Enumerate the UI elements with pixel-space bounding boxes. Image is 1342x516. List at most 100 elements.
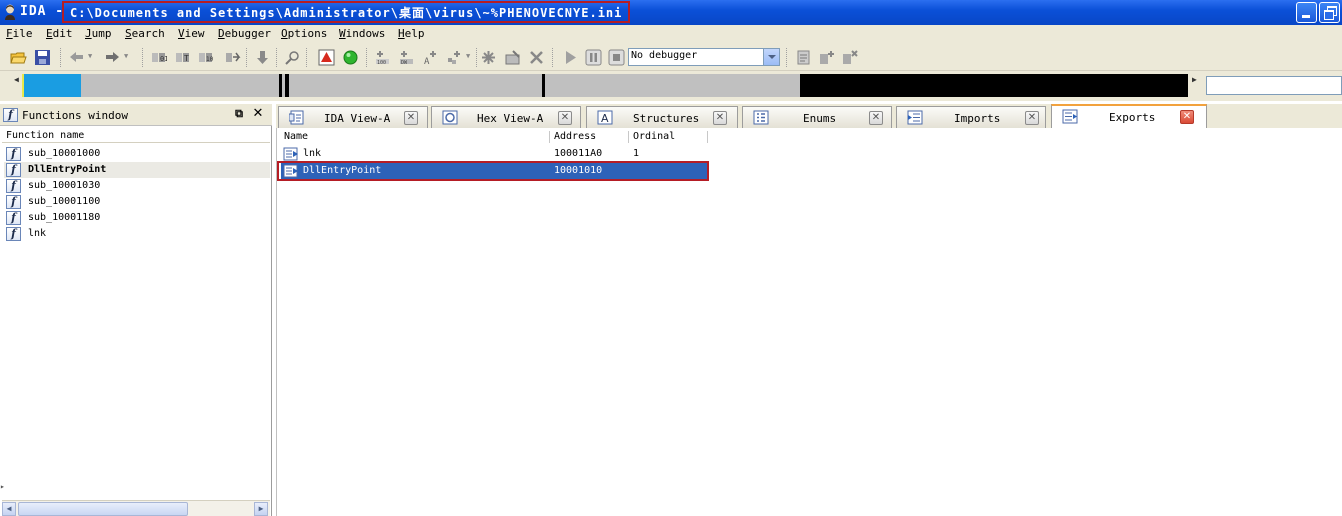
add-breakpoint-icon[interactable] xyxy=(818,49,835,66)
function-list-item[interactable]: f DllEntryPoint xyxy=(4,162,270,178)
svg-text:100: 100 xyxy=(377,60,386,66)
delete-breakpoint-icon[interactable] xyxy=(841,49,858,66)
tab-hex-view-a[interactable]: Hex View-A ✕ xyxy=(431,106,581,128)
search-next-icon[interactable] xyxy=(224,49,241,66)
menu-edit[interactable]: Edit xyxy=(46,27,73,40)
jump-down-icon[interactable] xyxy=(254,49,271,66)
tab-exports[interactable]: Exports ✕ xyxy=(1051,104,1207,128)
tab-enums[interactable]: Enums ✕ xyxy=(742,106,892,128)
menu-options[interactable]: Options xyxy=(281,27,327,40)
chevron-down-icon[interactable] xyxy=(763,49,779,65)
debugger-options-icon[interactable] xyxy=(795,49,812,66)
function-name-column-header[interactable]: Function name xyxy=(2,129,270,143)
nav-code-segment xyxy=(24,74,81,97)
navigation-band[interactable] xyxy=(22,74,1188,97)
column-divider[interactable] xyxy=(628,131,629,143)
function-list-item[interactable]: f sub_10001000 xyxy=(4,146,270,162)
scroll-left-icon[interactable]: ◀ xyxy=(2,502,16,516)
edit-function-icon[interactable] xyxy=(504,49,521,66)
nav-scroll-right-icon[interactable]: ▶ xyxy=(1192,75,1197,84)
highlight-annotation-box xyxy=(277,161,709,181)
close-tab-icon[interactable]: ✕ xyxy=(558,111,572,125)
function-list-item[interactable]: f lnk xyxy=(4,226,270,242)
menu-view[interactable]: View xyxy=(178,27,205,40)
debugger-select-value: No debugger xyxy=(631,50,698,61)
toolbar-separator xyxy=(142,48,143,67)
close-pane-icon[interactable]: ✕ xyxy=(251,106,265,121)
view-tab-bar: IDA View-A ✕ Hex View-A ✕ A Structures ✕… xyxy=(276,104,1342,128)
function-list-item[interactable]: f sub_10001180 xyxy=(4,210,270,226)
open-folder-icon[interactable] xyxy=(10,49,27,66)
back-dropdown-icon[interactable]: ▼ xyxy=(88,52,92,60)
restore-pane-icon[interactable]: ⧉ xyxy=(232,107,246,121)
make-data-icon[interactable]: DW xyxy=(398,49,415,66)
minimize-button[interactable] xyxy=(1296,2,1317,23)
svg-text:T: T xyxy=(184,54,189,63)
table-row[interactable]: lnk 100011A0 1 xyxy=(281,146,707,162)
menu-windows[interactable]: Windows xyxy=(339,27,385,40)
nav-scroll-left-icon[interactable]: ◀ xyxy=(14,75,19,84)
make-code-icon[interactable]: 100 xyxy=(374,49,391,66)
scroll-right-icon[interactable]: ▶ xyxy=(254,502,268,516)
function-icon: f xyxy=(6,195,21,209)
close-tab-icon[interactable]: ✕ xyxy=(713,111,727,125)
structures-icon: A xyxy=(597,110,613,125)
back-arrow-icon[interactable] xyxy=(68,49,85,66)
create-function-icon[interactable] xyxy=(480,49,497,66)
restore-button[interactable] xyxy=(1319,2,1340,23)
start-process-icon[interactable] xyxy=(342,49,359,66)
menu-search[interactable]: Search xyxy=(125,27,165,40)
menu-help[interactable]: Help xyxy=(398,27,425,40)
scrollbar-thumb[interactable] xyxy=(18,502,188,516)
forward-dropdown-icon[interactable]: ▼ xyxy=(124,52,128,60)
menu-file[interactable]: File xyxy=(6,27,33,40)
toolbar-separator xyxy=(246,48,247,67)
debugger-select[interactable]: No debugger xyxy=(628,48,780,66)
toolbar-separator xyxy=(306,48,307,67)
pause-icon[interactable] xyxy=(585,49,602,66)
function-icon: f xyxy=(3,108,18,122)
column-divider[interactable] xyxy=(707,131,708,143)
menu-jump[interactable]: Jump xyxy=(85,27,112,40)
column-divider[interactable] xyxy=(549,131,550,143)
close-tab-icon[interactable]: ✕ xyxy=(404,111,418,125)
navigation-address-input[interactable] xyxy=(1206,76,1342,95)
save-icon[interactable] xyxy=(34,49,51,66)
ida-view-icon xyxy=(289,110,304,125)
immediate-search-icon[interactable]: 101 xyxy=(197,49,214,66)
toolbar: ▼ ▼ 01 T 101 100 DW A ▼ No debugger xyxy=(0,44,1342,71)
toolbar-separator xyxy=(60,48,61,67)
column-header-name[interactable]: Name xyxy=(284,131,308,144)
column-header-ordinal[interactable]: Ordinal xyxy=(633,131,675,144)
forward-arrow-icon[interactable] xyxy=(104,49,121,66)
menu-debugger[interactable]: Debugger xyxy=(218,27,271,40)
make-array-icon[interactable] xyxy=(446,49,463,66)
binary-search-icon[interactable]: 01 xyxy=(150,49,167,66)
stop-icon[interactable] xyxy=(608,49,625,66)
array-dropdown-icon[interactable]: ▼ xyxy=(466,52,470,60)
exports-icon xyxy=(1062,109,1078,124)
delete-function-icon[interactable] xyxy=(528,49,545,66)
svg-text:01: 01 xyxy=(160,55,167,63)
close-tab-icon[interactable]: ✕ xyxy=(1180,110,1194,124)
splitter-arrow-icon[interactable]: ▸ xyxy=(0,482,5,491)
svg-text:A: A xyxy=(601,112,609,125)
tab-structures[interactable]: A Structures ✕ xyxy=(586,106,738,128)
tab-imports[interactable]: Imports ✕ xyxy=(896,106,1046,128)
search-tool-icon[interactable] xyxy=(284,49,301,66)
tab-ida-view-a[interactable]: IDA View-A ✕ xyxy=(278,106,428,128)
function-list-item[interactable]: f sub_10001030 xyxy=(4,178,270,194)
text-search-icon[interactable]: T xyxy=(174,49,191,66)
file-path-title: C:\Documents and Settings\Administrator\… xyxy=(62,1,631,23)
close-tab-icon[interactable]: ✕ xyxy=(869,111,883,125)
enums-icon xyxy=(753,110,769,125)
function-list-item[interactable]: f sub_10001100 xyxy=(4,194,270,210)
toolbar-separator xyxy=(276,48,277,67)
horizontal-scrollbar[interactable]: ◀ ▶ xyxy=(2,500,270,516)
column-header-address[interactable]: Address xyxy=(554,131,596,144)
close-tab-icon[interactable]: ✕ xyxy=(1025,111,1039,125)
run-icon[interactable] xyxy=(562,49,579,66)
make-string-icon[interactable]: A xyxy=(422,49,439,66)
nav-gap xyxy=(289,74,295,97)
graph-view-icon[interactable] xyxy=(318,49,335,66)
